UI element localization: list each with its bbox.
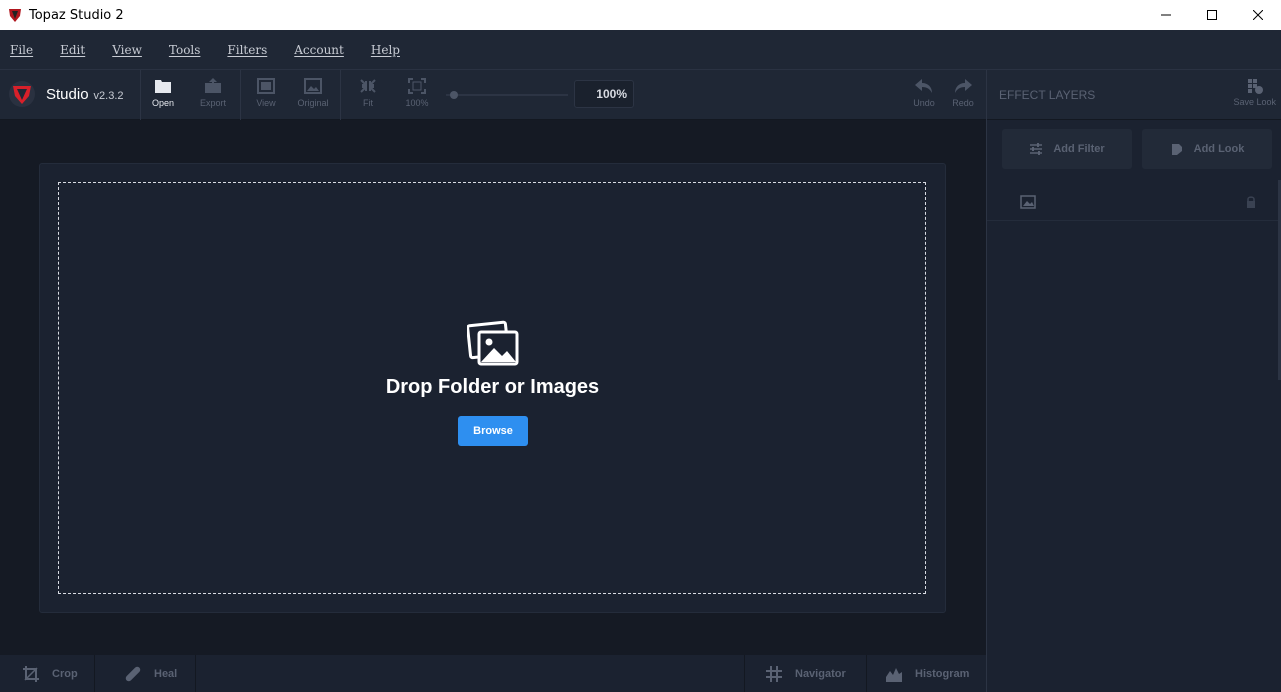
view-button[interactable]: View <box>244 78 288 108</box>
maximize-icon <box>1207 10 1217 20</box>
bottom-separator <box>866 655 867 692</box>
undo-label: Undo <box>913 98 935 108</box>
minimize-icon <box>1161 14 1171 16</box>
grid-icon <box>766 665 782 682</box>
crop-icon <box>23 665 39 682</box>
open-button[interactable]: Open <box>141 78 185 108</box>
bandage-icon <box>125 666 141 681</box>
menu-help[interactable]: Help <box>371 43 400 57</box>
full-size-label: 100% <box>405 98 429 108</box>
crop-button[interactable]: Crop <box>22 655 78 692</box>
histogram-label: Histogram <box>915 667 970 680</box>
fit-button[interactable]: Fit <box>346 78 390 108</box>
toolbar-separator <box>340 70 341 120</box>
view-label: View <box>256 98 276 108</box>
histogram-button[interactable]: Histogram <box>885 655 969 692</box>
save-look-label: Save Look <box>1233 97 1276 107</box>
undo-button[interactable]: Undo <box>902 78 946 108</box>
fit-label: Fit <box>363 98 373 108</box>
bottom-bar: Crop Heal Navigator Histogram <box>0 655 986 692</box>
menu-account[interactable]: Account <box>294 43 344 57</box>
bottom-separator <box>94 655 95 692</box>
toolbar-separator <box>240 70 241 120</box>
menu-view[interactable]: View <box>112 43 142 57</box>
add-filter-button[interactable]: Add Filter <box>1002 129 1132 169</box>
effect-layers-panel: EFFECT LAYERS Save Look Add Filter Add L… <box>986 70 1281 692</box>
topaz-logo-icon <box>9 81 35 107</box>
maximize-button[interactable] <box>1189 0 1235 30</box>
menu-edit[interactable]: Edit <box>60 43 85 57</box>
save-look-button[interactable]: Save Look <box>1233 78 1276 107</box>
crop-label: Crop <box>52 667 78 680</box>
heal-button[interactable]: Heal <box>124 655 177 692</box>
histogram-icon <box>886 667 902 682</box>
brand: Studio v2.3.2 <box>8 80 124 108</box>
export-icon <box>205 78 221 93</box>
close-button[interactable] <box>1235 0 1281 30</box>
redo-label: Redo <box>952 98 974 108</box>
zoom-slider-handle[interactable] <box>450 91 458 99</box>
add-look-label: Add Look <box>1193 143 1245 155</box>
folder-icon <box>155 80 171 93</box>
image-layer-row[interactable] <box>987 185 1281 221</box>
window-title: Topaz Studio 2 <box>29 7 124 23</box>
image-icon <box>304 78 322 94</box>
open-label: Open <box>151 98 175 108</box>
sliders-icon <box>1030 143 1043 155</box>
original-label: Original <box>297 98 329 108</box>
menu-tools[interactable]: Tools <box>169 43 201 57</box>
export-button[interactable]: Export <box>191 78 235 108</box>
menu-filters[interactable]: Filters <box>227 43 267 57</box>
add-filter-label: Add Filter <box>1053 143 1105 155</box>
effect-layers-title: EFFECT LAYERS <box>999 88 1096 102</box>
browse-button[interactable]: Browse <box>458 416 528 446</box>
lock-icon <box>1247 196 1255 208</box>
redo-button[interactable]: Redo <box>941 78 985 108</box>
undo-icon <box>915 79 932 93</box>
fit-icon <box>360 79 376 93</box>
menu-bar: File Edit View Tools Filters Account Hel… <box>0 30 1281 70</box>
effect-layers-header: EFFECT LAYERS Save Look <box>987 70 1281 120</box>
drop-title: Drop Folder or Images <box>385 376 600 398</box>
brand-name: Studio <box>46 85 89 103</box>
zoom-slider-track[interactable] <box>446 94 568 96</box>
original-button[interactable]: Original <box>291 78 335 108</box>
zoom-input[interactable]: 100% <box>574 80 634 108</box>
image-icon <box>1020 195 1036 209</box>
menu-file[interactable]: File <box>10 43 33 57</box>
navigator-button[interactable]: Navigator <box>765 655 846 692</box>
full-size-button[interactable]: 100% <box>395 78 439 108</box>
save-look-icon <box>1247 79 1263 94</box>
view-icon <box>257 78 275 94</box>
heal-label: Heal <box>154 667 178 680</box>
brush-icon <box>1171 144 1182 155</box>
topaz-logo-icon <box>9 9 21 22</box>
close-icon <box>1253 10 1263 20</box>
fullscreen-icon <box>408 78 426 94</box>
bottom-separator <box>195 655 196 692</box>
redo-icon <box>955 79 972 93</box>
images-icon <box>467 320 519 366</box>
minimize-button[interactable] <box>1143 0 1189 30</box>
add-look-button[interactable]: Add Look <box>1142 129 1272 169</box>
title-bar: Topaz Studio 2 <box>0 0 1281 30</box>
export-label: Export <box>199 98 226 108</box>
brand-version: v2.3.2 <box>93 89 124 102</box>
navigator-label: Navigator <box>795 667 846 680</box>
bottom-separator <box>744 655 745 692</box>
